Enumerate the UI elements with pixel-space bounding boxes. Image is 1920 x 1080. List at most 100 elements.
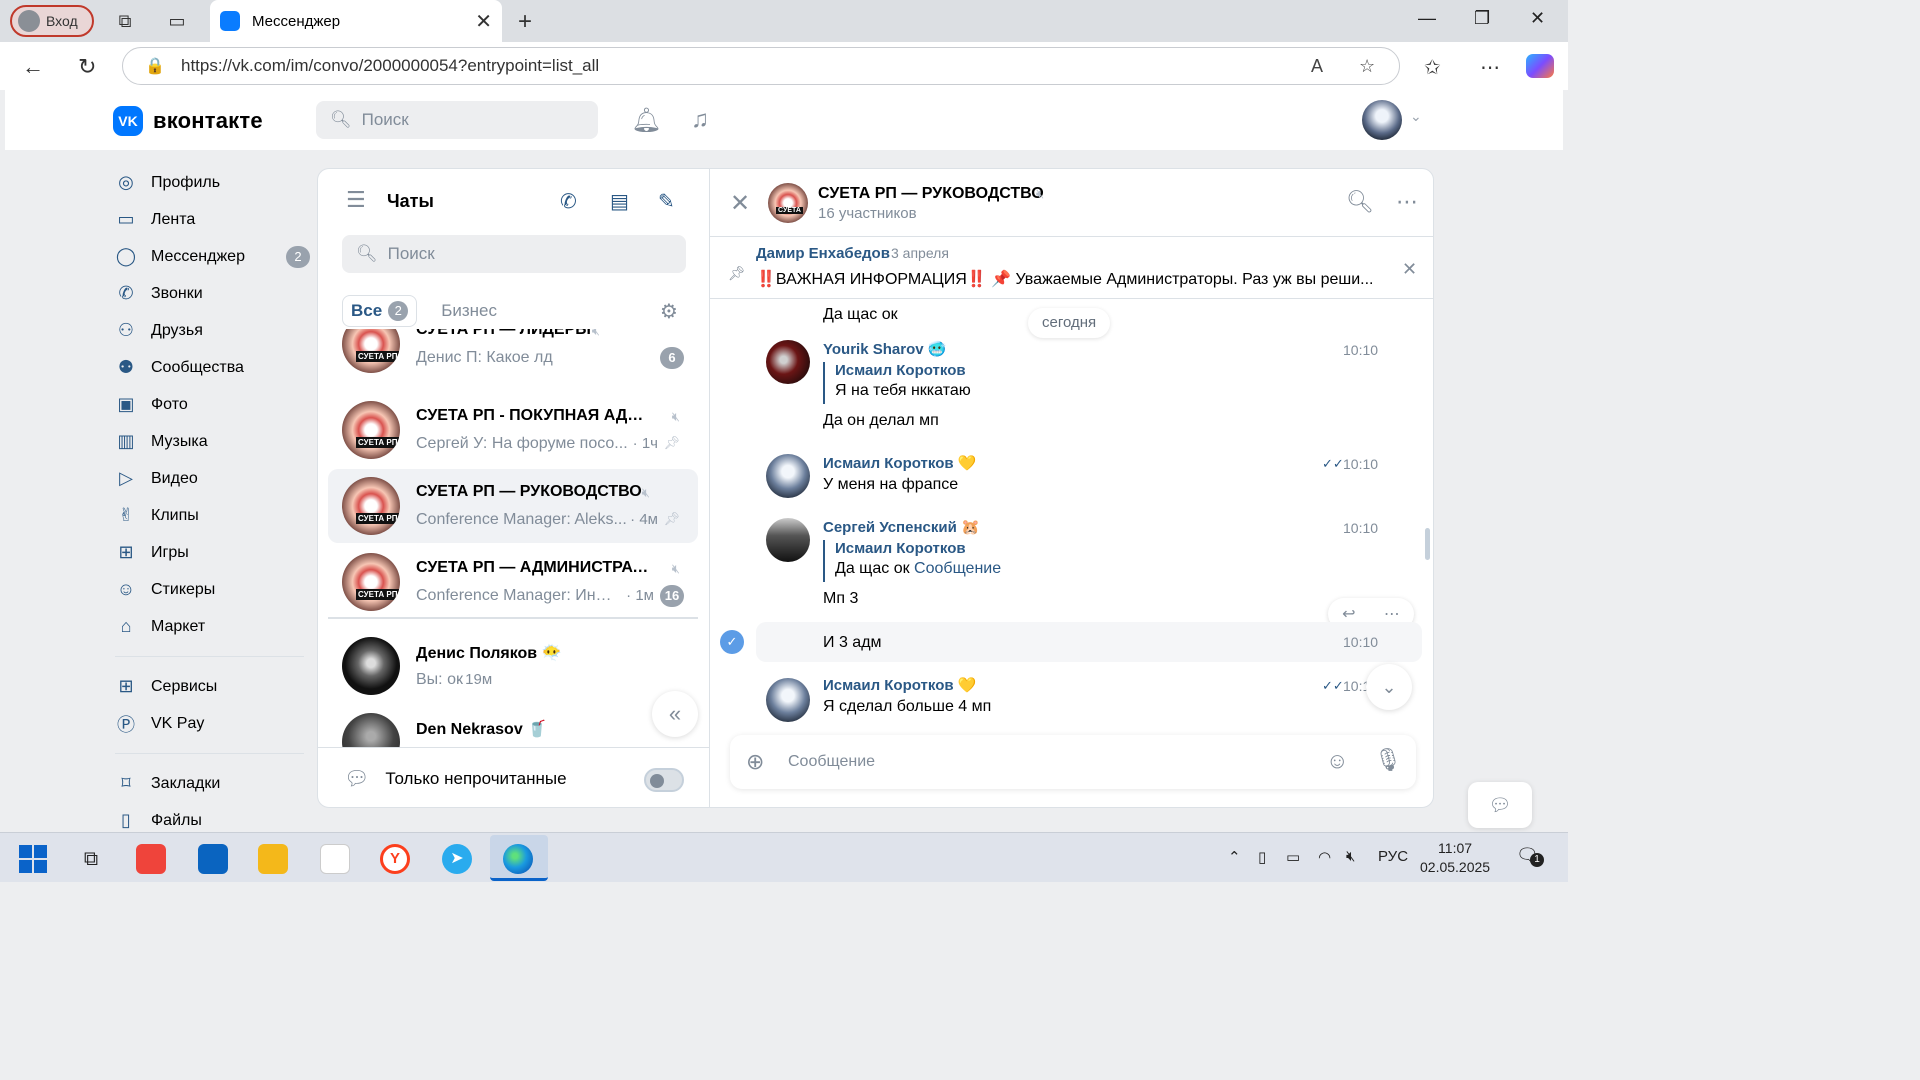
- anydesk-icon[interactable]: [136, 844, 166, 874]
- minimize-button[interactable]: —: [1418, 8, 1436, 29]
- header-search-input[interactable]: [361, 110, 582, 130]
- new-call-icon[interactable]: ✆: [560, 189, 577, 214]
- yandex-browser-icon[interactable]: Y: [380, 844, 410, 874]
- nav-item-communities[interactable]: ⚉ Сообщества: [115, 349, 310, 386]
- conversation-item[interactable]: Денис Поляков 😶‍🌫️ Вы: ок · 19м: [328, 629, 698, 703]
- reply-link[interactable]: Сообщение: [914, 560, 1001, 577]
- microsoft-store-icon[interactable]: [320, 844, 350, 874]
- header-search[interactable]: 🔍︎: [316, 101, 598, 139]
- scroll-down-button[interactable]: ⌄: [1366, 664, 1412, 710]
- nav-item-music[interactable]: ▥ Музыка: [115, 423, 310, 460]
- archive-icon[interactable]: ▤: [610, 189, 629, 214]
- sender-name[interactable]: Исмаил Коротков 💛: [823, 454, 976, 472]
- conversation-title[interactable]: СУЕТА РП — РУКОВОДСТВО: [818, 185, 1044, 203]
- file-explorer-icon[interactable]: [258, 844, 288, 874]
- microphone-icon[interactable]: 🎙︎: [1374, 747, 1402, 773]
- nav-item-friends[interactable]: ⚇ Друзья: [115, 312, 310, 349]
- nav-item-profile[interactable]: ◎ Профиль: [115, 164, 310, 201]
- chat-search-input[interactable]: [387, 244, 668, 264]
- conversation-item[interactable]: СУЕТА РП СУЕТА РП — АДМИНИСТРАТО... 🔇︎ C…: [328, 545, 698, 619]
- battery-icon[interactable]: ▭: [1286, 848, 1300, 866]
- compose-icon[interactable]: ✎: [658, 189, 675, 214]
- message-input[interactable]: [788, 749, 1308, 775]
- tab-actions-icon[interactable]: ▭: [166, 10, 188, 32]
- scrollbar-thumb[interactable]: [1425, 528, 1430, 560]
- favorites-icon[interactable]: ✩: [1424, 55, 1441, 80]
- tab-messenger[interactable]: Мессенджер ✕: [210, 0, 502, 42]
- chat-bubble-icon[interactable]: 💬︎: [1468, 782, 1532, 828]
- volume-muted-icon[interactable]: 🔇︎: [1346, 848, 1355, 865]
- chat-search[interactable]: 🔍︎: [342, 235, 686, 273]
- more-options-icon[interactable]: ⋯: [1396, 189, 1418, 215]
- unpin-close-icon[interactable]: ✕: [1402, 259, 1417, 280]
- browser-profile-button[interactable]: Вход: [10, 5, 94, 37]
- close-window-button[interactable]: ✕: [1530, 8, 1545, 29]
- tab-close-icon[interactable]: ✕: [475, 9, 492, 34]
- conversation-item[interactable]: СУЕТА РП СУЕТА РП - ПОКУПНАЯ АДМИ... 🔇︎ …: [328, 393, 698, 467]
- outlook-icon[interactable]: [198, 844, 228, 874]
- sender-avatar[interactable]: [766, 678, 810, 722]
- nav-item-calls[interactable]: ✆ Звонки: [115, 275, 310, 312]
- participants-count[interactable]: 16 участников: [818, 205, 917, 222]
- refresh-button[interactable]: ↻: [78, 54, 96, 80]
- sender-name[interactable]: Исмаил Коротков 💛: [823, 676, 976, 694]
- back-button[interactable]: ←: [22, 54, 44, 80]
- pinned-author[interactable]: Дамир Енхабедов: [756, 245, 890, 262]
- more-actions-icon[interactable]: ⋯: [1384, 604, 1400, 624]
- nav-item-video[interactable]: ▷ Видео: [115, 460, 310, 497]
- copilot-icon[interactable]: [1526, 54, 1554, 78]
- chevron-down-icon[interactable]: ⌄: [1410, 108, 1422, 125]
- conversation-header-avatar[interactable]: СУЕТА: [768, 183, 808, 223]
- conversation-item-selected[interactable]: СУЕТА РП СУЕТА РП — РУКОВОДСТВО 🔇︎ Confe…: [328, 469, 698, 543]
- nav-item-vkpay[interactable]: Ⓟ VK Pay: [115, 705, 310, 742]
- nav-item-games[interactable]: ⊞ Игры: [115, 534, 310, 571]
- menu-icon[interactable]: ☰: [346, 187, 366, 213]
- vk-logo[interactable]: VK вконтакте: [113, 106, 263, 136]
- nav-item-stickers[interactable]: ☺ Стикеры: [115, 571, 310, 608]
- input-language[interactable]: РУС: [1378, 848, 1408, 865]
- search-icon[interactable]: 🔍︎: [1346, 189, 1374, 215]
- favorite-star-icon[interactable]: ☆: [1359, 56, 1375, 77]
- windows-start-icon[interactable]: [18, 844, 48, 874]
- nav-item-messenger[interactable]: ◯ Мессенджер 2: [115, 238, 310, 275]
- new-tab-button[interactable]: +: [518, 8, 532, 36]
- tray-chevron-up-icon[interactable]: ⌃: [1228, 848, 1241, 866]
- wifi-icon[interactable]: ◠: [1318, 848, 1331, 866]
- attach-plus-icon[interactable]: ⊕: [746, 749, 764, 775]
- sender-name[interactable]: Yourik Sharov 🥶: [823, 340, 946, 358]
- tab-business[interactable]: Бизнес: [433, 295, 505, 327]
- lock-icon[interactable]: 🔒: [145, 56, 165, 76]
- system-clock[interactable]: 11:07 02.05.2025: [1420, 839, 1490, 877]
- tray-device-icon[interactable]: ▯: [1258, 848, 1266, 866]
- sender-avatar[interactable]: [766, 518, 810, 562]
- telegram-icon[interactable]: ➤: [442, 844, 472, 874]
- sender-avatar[interactable]: [766, 340, 810, 384]
- workspaces-icon[interactable]: ⧉: [114, 10, 136, 32]
- conversation-item[interactable]: СУЕТА РП СУЕТА РП — ЛИДЕРЫ 🔇︎ Денис П: К…: [328, 329, 698, 381]
- sender-avatar[interactable]: [766, 454, 810, 498]
- nav-item-market[interactable]: ⌂ Маркет: [115, 608, 310, 645]
- pinned-message[interactable]: 📌︎ Дамир Енхабедов 3 апреля ‼️ВАЖНАЯ ИНФ…: [710, 237, 1433, 299]
- emoji-icon[interactable]: ☺: [1326, 748, 1348, 774]
- more-menu-icon[interactable]: ⋯: [1480, 55, 1500, 80]
- notifications-icon[interactable]: 🗨︎ 1: [1516, 845, 1544, 867]
- tab-all[interactable]: Все 2: [342, 295, 418, 327]
- user-avatar[interactable]: [1362, 100, 1402, 140]
- nav-item-clips[interactable]: ✌ Клипы: [115, 497, 310, 534]
- unread-only-toggle[interactable]: [644, 768, 684, 792]
- reply-quote[interactable]: Исмаил Коротков Я на тебя нккатаю: [823, 362, 971, 404]
- restore-button[interactable]: ❐: [1474, 8, 1490, 29]
- nav-item-photo[interactable]: ▣ Фото: [115, 386, 310, 423]
- gear-icon[interactable]: ⚙: [660, 299, 678, 324]
- url-field[interactable]: 🔒 https://vk.com/im/convo/2000000054?ent…: [122, 47, 1400, 85]
- close-conversation-icon[interactable]: ✕: [730, 189, 750, 218]
- read-aloud-icon[interactable]: A: [1311, 56, 1323, 77]
- sender-name[interactable]: Сергей Успенский 🐹: [823, 518, 980, 536]
- nav-item-bookmarks[interactable]: ⌑ Закладки: [115, 765, 310, 802]
- conversation-item[interactable]: Den Nekrasov 🥤: [328, 705, 698, 747]
- edge-browser-icon[interactable]: [503, 844, 533, 874]
- nav-item-files[interactable]: ▯ Файлы: [115, 802, 310, 832]
- notifications-bell-icon[interactable]: 🔔︎: [631, 106, 661, 135]
- collapse-list-button[interactable]: «: [652, 691, 698, 737]
- reply-icon[interactable]: ↩: [1342, 604, 1355, 624]
